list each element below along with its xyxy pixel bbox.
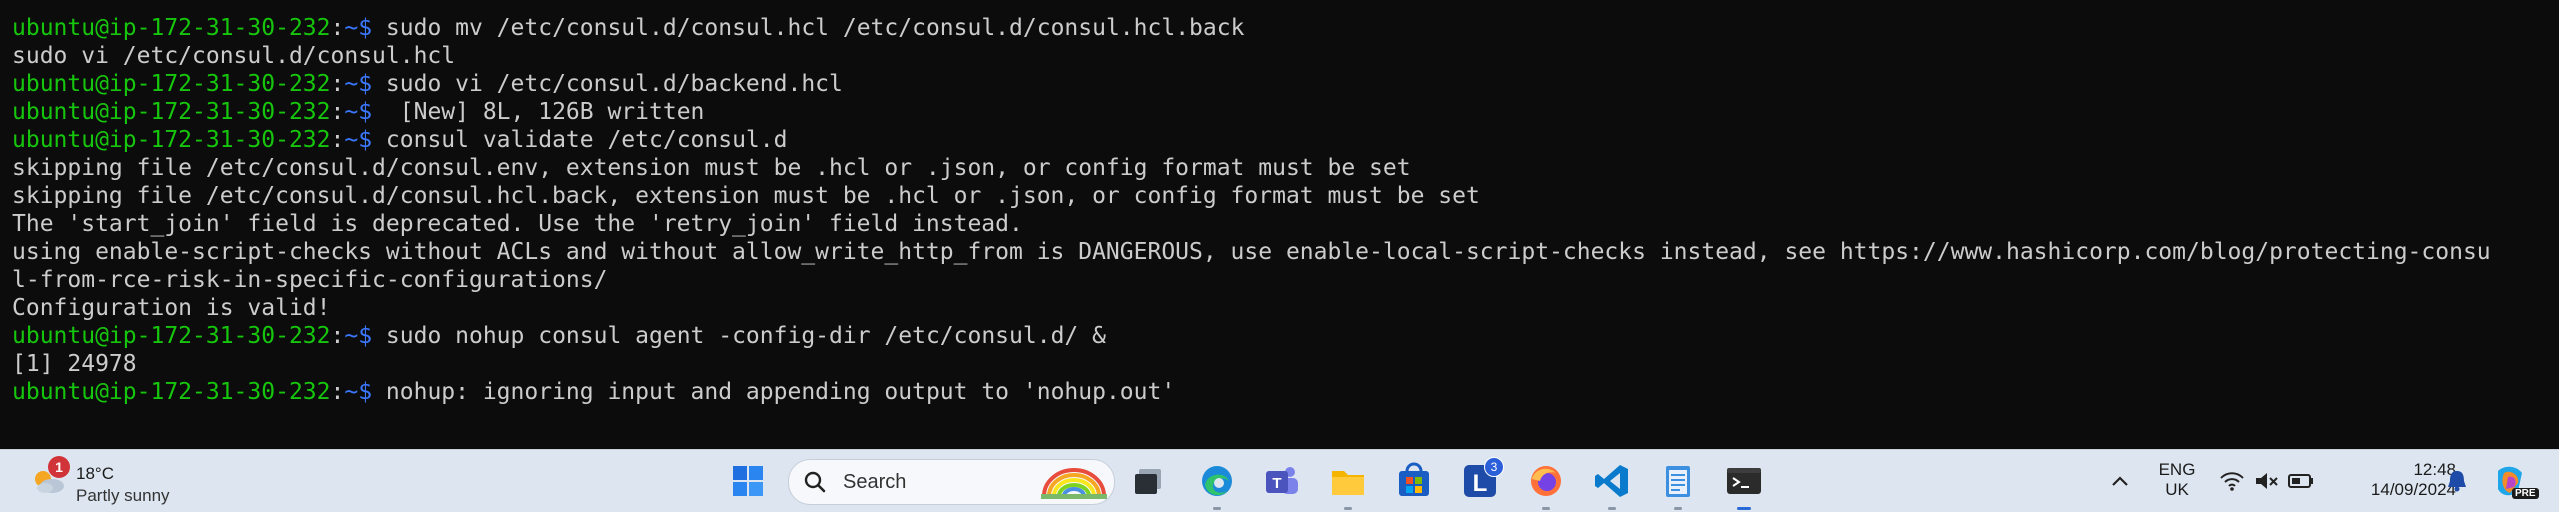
output-text: Configuration is valid! [12,295,331,321]
lens-app-badge: 3 [1484,457,1504,477]
search-highlight-rainbow-icon [1041,468,1107,499]
output-text: [1] 24978 [12,351,137,377]
vscode-icon[interactable] [1592,461,1632,501]
terminal-line: ubuntu@ip-172-31-30-232:~$ consul valida… [12,126,2522,154]
terminal-line: Configuration is valid! [12,294,2522,322]
output-text: l-from-rce-risk-in-specific-configuratio… [12,267,608,293]
chevron-up-icon[interactable] [2108,461,2132,501]
output-text: sudo vi /etc/consul.d/consul.hcl [12,43,456,69]
terminal-icon[interactable] [1724,461,1764,501]
firefox-running-indicator [1542,507,1550,510]
prompt-separator: : [330,71,345,97]
edge-running-indicator [1213,507,1221,510]
weather-notification-badge: 1 [48,456,70,478]
command-text: nohup: ignoring input and appending outp… [372,379,1176,405]
prompt-path: ~$ [344,127,373,153]
prompt-user-host: ubuntu@ip-172-31-30-232 [12,127,331,153]
prompt-separator: : [330,99,345,125]
file-explorer-icon[interactable] [1328,461,1368,501]
command-text: [New] 8L, 126B written [372,99,705,125]
keyboard-layout: UK [2165,480,2189,499]
command-text: sudo nohup consul agent -config-dir /etc… [372,323,1106,349]
explorer-running-indicator [1344,507,1352,510]
terminal-line: ubuntu@ip-172-31-30-232:~$ sudo mv /etc/… [12,14,2522,42]
task-view-icon[interactable] [1129,461,1169,501]
terminal-line: ubuntu@ip-172-31-30-232:~$ nohup: ignori… [12,378,2522,406]
terminal-line: ubuntu@ip-172-31-30-232:~$ sudo vi /etc/… [12,70,2522,98]
weather-widget[interactable]: 1 18°C Partly sunny [24,456,184,506]
weather-description: Partly sunny [76,486,170,505]
svg-text:T: T [1272,475,1281,492]
prompt-user-host: ubuntu@ip-172-31-30-232 [12,379,331,405]
terminal-line: skipping file /etc/consul.d/consul.env, … [12,154,2522,182]
prompt-path: ~$ [344,323,373,349]
copilot-preview-badge: PRE [2512,488,2539,499]
notepad-running-indicator [1674,507,1682,510]
output-text: using enable-script-checks without ACLs … [12,239,2491,265]
wifi-icon[interactable] [2218,461,2246,501]
prompt-path: ~$ [344,71,373,97]
prompt-path: ~$ [344,15,373,41]
terminal-line: skipping file /etc/consul.d/consul.hcl.b… [12,182,2522,210]
language-code: ENG [2158,460,2196,479]
prompt-separator: : [330,323,345,349]
language-indicator[interactable]: ENG UK [2158,460,2196,500]
edge-browser-icon[interactable] [1197,461,1237,501]
prompt-separator: : [330,127,345,153]
terminal-line: ubuntu@ip-172-31-30-232:~$ sudo nohup co… [12,322,2522,350]
svg-text:L: L [1473,470,1488,497]
firefox-icon[interactable] [1526,461,1566,501]
command-text: sudo mv /etc/consul.d/consul.hcl /etc/co… [372,15,1245,41]
prompt-path: ~$ [344,379,373,405]
terminal-output[interactable]: ubuntu@ip-172-31-30-232:~$ sudo mv /etc/… [12,14,2522,406]
terminal-line: l-from-rce-risk-in-specific-configuratio… [12,266,2522,294]
terminal-running-indicator [1737,507,1751,510]
prompt-user-host: ubuntu@ip-172-31-30-232 [12,71,331,97]
microsoft-store-icon[interactable] [1394,461,1434,501]
prompt-user-host: ubuntu@ip-172-31-30-232 [12,323,331,349]
taskbar: 1 18°C Partly sunny Search T L 3 ENG UK … [0,449,2559,512]
terminal-window[interactable]: ubuntu@ip-172-31-30-232:~$ sudo mv /etc/… [0,0,2542,449]
output-text: skipping file /etc/consul.d/consul.hcl.b… [12,183,1480,209]
teams-icon[interactable]: T [1262,461,1302,501]
output-text: skipping file /etc/consul.d/consul.env, … [12,155,1411,181]
volume-muted-icon[interactable] [2252,461,2280,501]
notification-bell-icon[interactable] [2442,461,2472,501]
prompt-user-host: ubuntu@ip-172-31-30-232 [12,99,331,125]
command-text: sudo vi /etc/consul.d/backend.hcl [372,71,843,97]
terminal-line: ubuntu@ip-172-31-30-232:~$ [New] 8L, 126… [12,98,2522,126]
command-text: consul validate /etc/consul.d [372,127,788,153]
terminal-line: using enable-script-checks without ACLs … [12,238,2522,266]
notepad-icon[interactable] [1658,461,1698,501]
output-text: The 'start_join' field is deprecated. Us… [12,211,1023,237]
prompt-separator: : [330,15,345,41]
terminal-line: sudo vi /etc/consul.d/consul.hcl [12,42,2522,70]
prompt-separator: : [330,379,345,405]
terminal-scrollbar[interactable] [2525,0,2542,449]
battery-icon[interactable] [2286,461,2316,501]
weather-temperature: 18°C [76,464,114,483]
search-label: Search [843,471,907,493]
search-icon [804,471,826,493]
vscode-running-indicator [1608,507,1616,510]
terminal-line: The 'start_join' field is deprecated. Us… [12,210,2522,238]
taskbar-search-box[interactable]: Search [788,459,1115,505]
start-menu-icon[interactable] [728,461,768,501]
prompt-path: ~$ [344,99,373,125]
prompt-user-host: ubuntu@ip-172-31-30-232 [12,15,331,41]
terminal-line: [1] 24978 [12,350,2522,378]
